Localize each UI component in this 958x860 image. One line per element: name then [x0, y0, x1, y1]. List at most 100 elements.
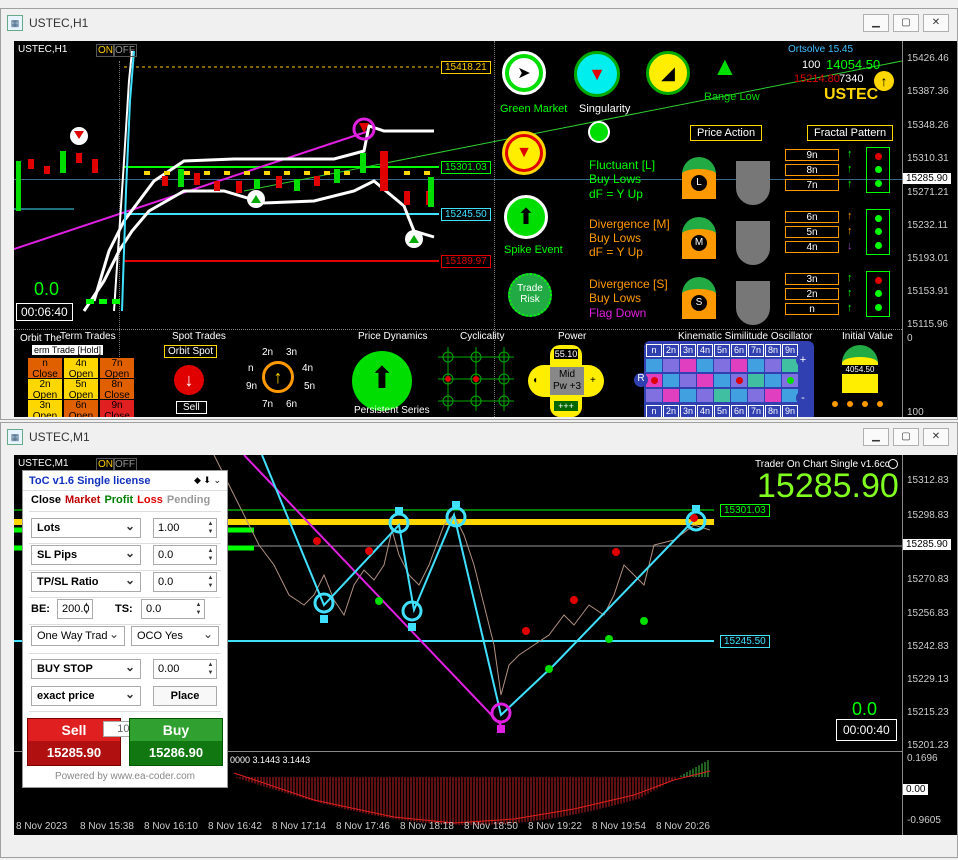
axis-price: 15115.96 — [907, 319, 948, 330]
orbit-the-label: Orbit The — [20, 333, 62, 344]
lots-input[interactable]: 1.00 ▲ ▼ — [153, 518, 217, 538]
time-axis: 8 Nov 2023 8 Nov 15:38 8 Nov 16:10 8 Nov 16… — [14, 821, 902, 835]
kso-cell — [680, 359, 696, 372]
order-price-stepper[interactable]: ▲ ▼ — [206, 661, 215, 677]
kso-label: 3n — [680, 405, 696, 417]
toc-footer: Powered by www.ea-coder.com — [54, 771, 196, 782]
oco-select[interactable]: OCO Yes — [131, 626, 219, 646]
term-hold-label[interactable]: erm Trade [Hold] — [32, 345, 104, 355]
order-price-input[interactable]: 0.00 ▲ ▼ — [153, 659, 217, 679]
be-label: BE: — [31, 603, 50, 615]
minimize-button[interactable]: ▁ — [863, 14, 889, 32]
axis-current-price: 15285.90 — [903, 173, 951, 184]
fractal-label: n — [785, 303, 839, 315]
price-dynamics-label: Price Dynamics — [358, 331, 428, 342]
be-input[interactable]: 200.0 ▲ ▼ — [57, 599, 93, 619]
m1-symbol-label: USTEC,M1 — [18, 458, 69, 469]
fluctuant-title: Fluctuant [L] — [589, 158, 656, 172]
sl-input[interactable]: 0.0 ▲ ▼ — [153, 545, 217, 565]
kso-label: 5n — [714, 344, 730, 357]
kso-label: 5n — [714, 405, 730, 417]
tab-close[interactable]: Close — [31, 494, 61, 506]
tp-label: TP/SL Ratio — [37, 576, 99, 588]
toc-header[interactable]: ToC v1.6 Single license ◆ ⬇ ⌄ — [23, 471, 227, 491]
kso-minus-button[interactable]: - — [796, 391, 810, 405]
lots-stepper[interactable]: ▲ ▼ — [206, 520, 215, 536]
kso-cell — [646, 374, 662, 387]
kso-top-labels: n 2n 3n 4n 5n 6n 7n 8n 9n — [646, 344, 798, 357]
spot-sell-button[interactable]: Sell — [176, 401, 207, 414]
place-button[interactable]: Place — [153, 686, 217, 706]
kso-cell — [697, 374, 713, 387]
tab-profit[interactable]: Profit — [104, 494, 133, 506]
sl-stepper[interactable]: ▲ ▼ — [206, 547, 215, 563]
orbit-spot-button[interactable]: Orbit Spot — [164, 345, 218, 358]
time-label: 8 Nov 18:50 — [464, 821, 518, 832]
fractal-pattern-button[interactable]: Fractal Pattern — [807, 125, 894, 141]
term-trade-cell-level: 9n — [111, 400, 123, 411]
order-type-value: BUY STOP — [37, 663, 93, 675]
axis-price: 15201.23 — [907, 740, 949, 751]
time-label: 8 Nov 19:54 — [592, 821, 646, 832]
shield-m — [736, 221, 770, 265]
be-stepper[interactable]: ▲ ▼ — [82, 601, 91, 617]
close-button[interactable]: ✕ — [923, 428, 949, 446]
spike-event-icon: ⬆ — [504, 195, 548, 239]
close-button[interactable]: ✕ — [923, 14, 949, 32]
fluctuant-line2: Buy Lows — [589, 172, 642, 186]
price-type-select[interactable]: exact price — [31, 686, 141, 706]
off-toggle[interactable]: OFF — [113, 44, 137, 57]
chart-window-h1: ▦ USTEC,H1 ▁ ▢ ✕ USTEC,H1 ON OFF 0.0 00:… — [0, 8, 958, 420]
window-titlebar[interactable]: ▦ USTEC,H1 ▁ ▢ ✕ — [1, 9, 957, 37]
power-plus-icon: + — [590, 375, 596, 386]
toc-header-controls[interactable]: ◆ ⬇ ⌄ — [194, 475, 221, 486]
lots-value: 1.00 — [158, 522, 180, 534]
kso-cell — [697, 389, 713, 402]
h1-chart-area[interactable]: USTEC,H1 ON OFF 0.0 00:06:40 ➤ Green Mar… — [14, 41, 902, 417]
kso-plus-button[interactable]: + — [796, 353, 810, 367]
spot-trades-label: Spot Trades — [172, 331, 226, 342]
sell-down-icon: ↓ — [174, 365, 204, 395]
lots-select[interactable]: Lots — [31, 518, 141, 538]
gauge-s: S — [682, 277, 716, 319]
buy-button[interactable]: Buy 15286.90 — [129, 718, 223, 766]
maximize-button[interactable]: ▢ — [893, 14, 919, 32]
window-titlebar[interactable]: ▦ USTEC,M1 ▁ ▢ ✕ — [1, 423, 957, 451]
kso-label: 9n — [782, 405, 798, 417]
h1-symbol-label: USTEC,H1 — [18, 44, 68, 55]
tab-loss[interactable]: Loss — [137, 494, 163, 506]
ts-stepper[interactable]: ▲ ▼ — [194, 601, 203, 617]
tp-stepper[interactable]: ▲ ▼ — [206, 574, 215, 590]
dial-label: 2n — [262, 347, 274, 358]
term-trade-cell-level: 5n — [75, 379, 87, 390]
sell-price: 15285.90 — [46, 745, 102, 760]
kso-label: 4n — [697, 344, 713, 357]
ts-input[interactable]: 0.0 ▲ ▼ — [141, 599, 205, 619]
kso-cell — [782, 374, 798, 387]
order-type-select[interactable]: BUY STOP — [31, 659, 141, 679]
dial-label: 9n — [246, 381, 258, 392]
maximize-button[interactable]: ▢ — [893, 428, 919, 446]
sl-value: 0.0 — [158, 549, 174, 561]
gauge-m: M — [682, 217, 716, 259]
tp-input[interactable]: 0.0 ▲ ▼ — [153, 572, 217, 592]
power-bottom-value: +++ — [554, 401, 578, 411]
term-trade-cell: 4n Open — [64, 358, 98, 380]
mode-select[interactable]: One Way Trad — [31, 626, 125, 646]
fractal-group-s: 3n 2n n — [785, 273, 839, 315]
sl-select[interactable]: SL Pips — [31, 545, 141, 565]
persistent-icon: ⬆ — [352, 351, 412, 411]
term-trade-cell: 6n Open — [64, 400, 98, 417]
price-action-button[interactable]: Price Action — [690, 125, 763, 141]
dial-widget: ↑ 2n 3n n 4n 9n 5n 7n 6n — [232, 341, 324, 417]
tp-select[interactable]: TP/SL Ratio — [31, 572, 141, 592]
axis-price: 0 — [907, 333, 913, 344]
kso-cell — [680, 374, 696, 387]
tab-market[interactable]: Market — [65, 494, 100, 506]
traffic-light-l — [866, 147, 890, 193]
time-label: 8 Nov 17:46 — [336, 821, 390, 832]
minimize-button[interactable]: ▁ — [863, 428, 889, 446]
tab-pending[interactable]: Pending — [167, 494, 210, 506]
h1-timer: 00:06:40 — [16, 303, 73, 321]
term-trade-cell: n Close — [28, 358, 62, 380]
